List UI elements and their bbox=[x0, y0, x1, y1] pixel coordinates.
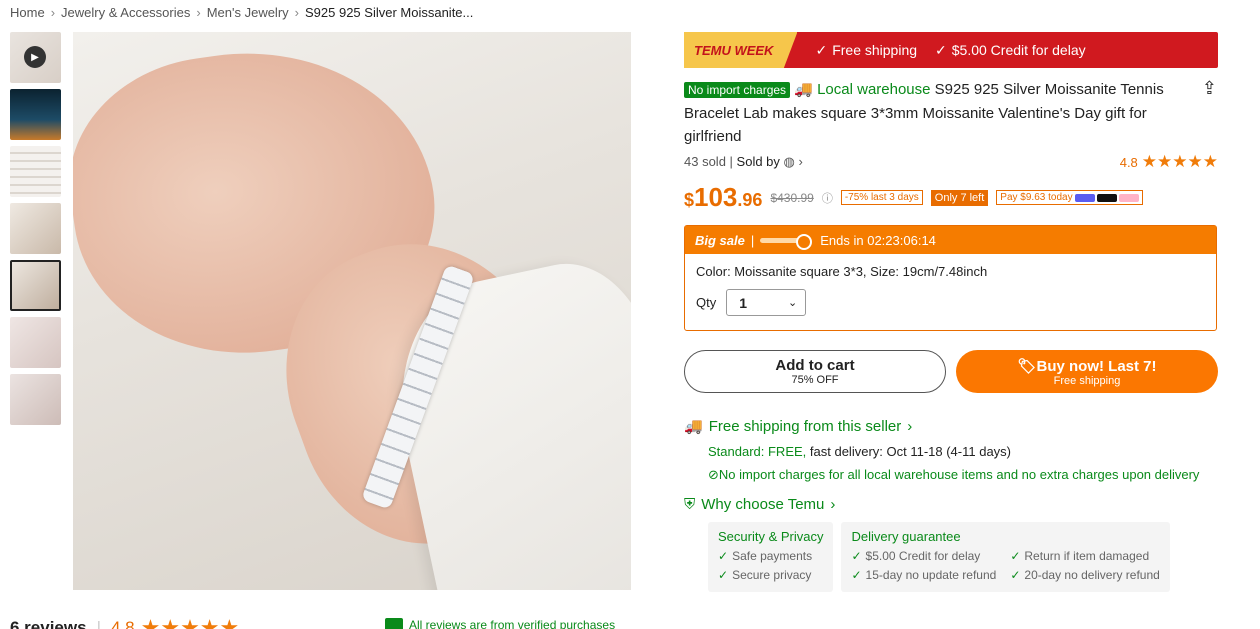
promo-credit: ✓ $5.00 Credit for delay bbox=[935, 41, 1086, 59]
check-icon: ✓ bbox=[815, 41, 828, 58]
original-price: $430.99 bbox=[770, 190, 814, 205]
current-price: $103.96 bbox=[684, 182, 763, 212]
list-item: ✓ Secure privacy bbox=[718, 568, 812, 582]
local-warehouse-label[interactable]: Local warehouse bbox=[817, 81, 930, 98]
shipping-title[interactable]: 🚚 Free shipping from this seller › bbox=[684, 417, 1218, 436]
security-card: Security & Privacy ✓ Safe payments ✓ Secur… bbox=[708, 522, 834, 592]
shield-icon: ⛨ bbox=[684, 496, 696, 513]
shipping-section: 🚚 Free shipping from this seller › Stand… bbox=[684, 417, 1218, 483]
affirm-logo-icon bbox=[1074, 193, 1095, 202]
action-buttons: Add to cart 75% OFF 🏷Buy now! Last 7! Fr… bbox=[684, 350, 1218, 393]
thumbnail-image[interactable] bbox=[10, 203, 61, 254]
tag-icon: 🏷 bbox=[1017, 357, 1037, 375]
thumbnail-image[interactable] bbox=[10, 89, 61, 140]
pay-later-badge[interactable]: Pay $9.63 today bbox=[996, 190, 1143, 205]
list-item: ✓ Return if item damaged bbox=[1010, 549, 1150, 563]
thumbnail-image-selected[interactable] bbox=[10, 260, 61, 311]
check-icon: ✓ bbox=[935, 41, 947, 58]
seller-avatar[interactable]: ◍ bbox=[784, 154, 795, 169]
share-icon[interactable]: ⇪ bbox=[1193, 78, 1217, 148]
list-item: ✓ 15-day no update refund bbox=[851, 568, 997, 582]
breadcrumb-home[interactable]: Home bbox=[10, 5, 45, 20]
thumbnail-list: ▶ bbox=[10, 32, 61, 431]
play-icon: ▶ bbox=[24, 46, 46, 68]
promo-free-shipping: ✓ Free shipping bbox=[815, 41, 918, 59]
breadcrumb-separator: › bbox=[196, 5, 201, 20]
sold-by-label[interactable]: Sold by bbox=[737, 154, 780, 169]
discount-badge: -75% last 3 days bbox=[840, 190, 923, 205]
buy-now-button[interactable]: 🏷Buy now! Last 7! Free shipping bbox=[956, 350, 1218, 393]
product-title: No import charges 🚚 Local warehouse S925… bbox=[684, 78, 1179, 148]
reviews-count[interactable]: 6 reviews bbox=[10, 618, 87, 629]
list-item: ✓ Safe payments bbox=[718, 549, 813, 563]
breadcrumb-current: S925 925 Silver Moissanite... bbox=[305, 5, 474, 20]
rating-value: 4.8 bbox=[1119, 154, 1138, 170]
assurance-cards: Security & Privacy ✓ Safe payments ✓ Secur… bbox=[684, 522, 1218, 592]
quantity-row: Qty 1 ⌄ bbox=[685, 289, 1216, 316]
price-row: $103.96 $430.99 ⓘ -75% last 3 days Only … bbox=[684, 182, 1218, 213]
product-info-panel: TEMU WEEK ✓ Free shipping ✓ $5.00 Credit f… bbox=[684, 32, 1218, 592]
shipping-note: ⊘No import charges for all local warehou… bbox=[708, 467, 1200, 482]
add-to-cart-button[interactable]: Add to cart 75% OFF bbox=[684, 350, 946, 393]
breadcrumb-separator: › bbox=[50, 5, 56, 20]
shipping-standard: Standard: FREE, fast delivery: Oct 11-18… bbox=[708, 444, 1012, 459]
delivery-card: Delivery guarantee ✓ $5.00 Credit for del… bbox=[841, 522, 1170, 592]
star-icons: ★★★★★ bbox=[1141, 152, 1218, 171]
breadcrumb-jewelry[interactable]: Jewelry & Accessories bbox=[61, 5, 190, 20]
thumbnail-image[interactable] bbox=[10, 374, 61, 425]
stock-badge[interactable]: Only 7 left bbox=[930, 189, 989, 206]
promo-banner[interactable]: TEMU WEEK ✓ Free shipping ✓ $5.00 Credit f… bbox=[684, 32, 1218, 68]
thumbnail-video[interactable]: ▶ bbox=[10, 32, 61, 83]
breadcrumb: Home › Jewelry & Accessories › Men's Jew… bbox=[10, 5, 473, 20]
info-icon[interactable]: ⓘ bbox=[822, 190, 833, 206]
thumbnail-image[interactable] bbox=[10, 317, 61, 368]
breadcrumb-mens-jewelry[interactable]: Men's Jewelry bbox=[207, 5, 289, 20]
selected-options[interactable]: Color: Moissanite square 3*3, Size: 19cm… bbox=[685, 254, 1216, 289]
verified-icon bbox=[385, 618, 403, 629]
quantity-select[interactable]: 1 ⌄ bbox=[726, 289, 807, 316]
verified-purchases-note: All reviews are from verified purchases bbox=[385, 618, 615, 629]
chevron-down-icon: ⌄ bbox=[788, 297, 798, 309]
sale-countdown: Ends in 02:23:06:14 bbox=[820, 232, 936, 248]
afterpay-logo-icon bbox=[1096, 193, 1117, 202]
truck-icon: 🚚 bbox=[684, 418, 703, 435]
big-sale-label: Big sale bbox=[695, 232, 745, 248]
title-row: No import charges 🚚 Local warehouse S925… bbox=[684, 78, 1218, 148]
why-choose-header[interactable]: ⛨ Why choose Temu › bbox=[684, 496, 1218, 513]
list-item: ✓ 20-day no delivery refund bbox=[1010, 568, 1160, 582]
promo-tag: TEMU WEEK bbox=[684, 32, 798, 68]
sale-progress-bar bbox=[760, 233, 813, 250]
qty-label: Qty bbox=[696, 295, 717, 310]
no-fee-icon: ⊘ bbox=[708, 467, 719, 482]
reviews-header: 6 reviews | 4.8 ★★★★★ bbox=[10, 615, 239, 629]
chevron-right-icon: › bbox=[907, 417, 913, 435]
big-sale-header: Big sale | Ends in 02:23:06:14 bbox=[685, 226, 1216, 254]
chevron-right-icon: › bbox=[830, 496, 836, 513]
sold-count: 43 sold bbox=[684, 154, 726, 169]
no-import-badge: No import charges bbox=[684, 82, 791, 98]
chevron-right-icon[interactable]: › bbox=[799, 154, 803, 169]
reviews-rating: 4.8 ★★★★★ bbox=[110, 615, 240, 629]
klarna-logo-icon bbox=[1118, 193, 1139, 202]
main-product-image[interactable] bbox=[73, 32, 631, 590]
rating[interactable]: 4.8 ★★★★★ bbox=[1120, 152, 1218, 172]
truck-icon: 🚚 bbox=[794, 81, 813, 98]
sale-box: Big sale | Ends in 02:23:06:14 Color: Mo… bbox=[684, 225, 1217, 331]
thumbnail-image[interactable] bbox=[10, 146, 61, 197]
list-item: ✓ $5.00 Credit for delay bbox=[851, 549, 981, 563]
sold-row: 43 sold | Sold by ◍ › 4.8 ★★★★★ bbox=[684, 152, 1218, 172]
breadcrumb-separator: › bbox=[294, 5, 299, 20]
